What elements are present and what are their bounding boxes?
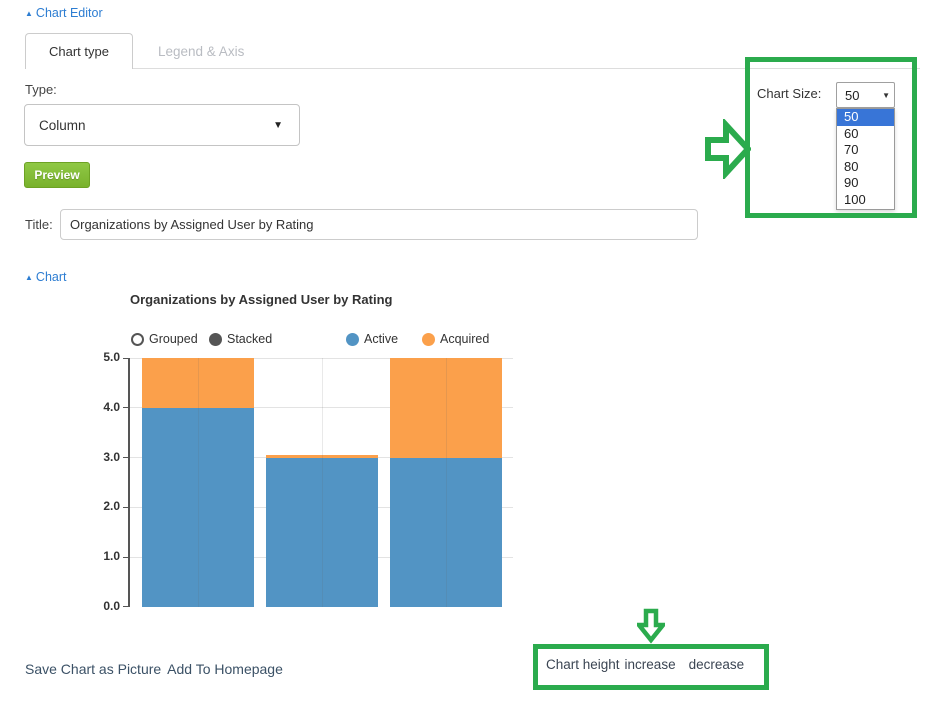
y-axis-tick <box>123 606 128 607</box>
chart-toggle[interactable]: ▲Chart <box>25 270 67 284</box>
chart-size-option[interactable]: 60 <box>837 126 894 143</box>
chart-size-option[interactable]: 70 <box>837 142 894 159</box>
y-axis-tick <box>123 358 128 359</box>
preview-button-label: Preview <box>34 168 79 182</box>
legend-series-acquired[interactable]: Acquired <box>422 332 489 346</box>
annotation-right-arrow-icon <box>704 119 751 179</box>
grouped-radio-icon <box>131 333 144 346</box>
vertical-gridline <box>322 358 323 607</box>
legend-mode-grouped[interactable]: Grouped <box>131 332 198 346</box>
add-to-homepage-link[interactable]: Add To Homepage <box>167 661 283 677</box>
chart-toggle-label: Chart <box>36 270 67 284</box>
chart-height-decrease-link[interactable]: decrease <box>689 657 745 672</box>
type-label: Type: <box>25 82 57 97</box>
stacked-radio-icon <box>209 333 222 346</box>
y-axis-tick-label: 2.0 <box>84 499 120 513</box>
chart-size-select[interactable]: 50 ▼ <box>836 82 895 108</box>
y-axis-tick <box>123 507 128 508</box>
chart-plot-area: 0.01.02.03.04.05.0 <box>128 358 513 607</box>
legend-mode-stacked[interactable]: Stacked <box>209 332 272 346</box>
chart-height-controls: Chart height increase decrease <box>546 657 744 672</box>
tab-divider <box>25 68 920 69</box>
chart-editor-toggle-label: Chart Editor <box>36 6 103 20</box>
vertical-gridline <box>446 358 447 607</box>
chart-size-option-list: 5060708090100 <box>836 108 895 210</box>
chart-editor-page: ▲Chart Editor Chart type Legend & Axis T… <box>0 0 929 723</box>
collapse-arrow-icon: ▲ <box>25 273 33 282</box>
chart-size-select-value: 50 <box>845 88 859 103</box>
y-axis-tick-label: 4.0 <box>84 400 120 414</box>
title-label: Title: <box>25 217 53 232</box>
chart-type-select-value: Column <box>39 118 86 133</box>
tab-chart-type-label: Chart type <box>49 44 109 59</box>
chart-size-label: Chart Size: <box>757 86 821 101</box>
y-axis-tick-label: 3.0 <box>84 450 120 464</box>
chart-size-option[interactable]: 80 <box>837 159 894 176</box>
chevron-down-icon: ▼ <box>273 120 283 131</box>
chart-title-input[interactable] <box>60 209 698 240</box>
tab-chart-type[interactable]: Chart type <box>25 33 133 69</box>
vertical-gridline <box>198 358 199 607</box>
y-axis-tick-label: 0.0 <box>84 599 120 613</box>
chart-type-select[interactable]: Column ▼ <box>24 104 300 146</box>
legend-series-active[interactable]: Active <box>346 332 398 346</box>
chevron-down-icon: ▼ <box>882 91 890 100</box>
y-axis-tick <box>123 557 128 558</box>
chart-editor-toggle[interactable]: ▲Chart Editor <box>25 6 103 20</box>
legend-mode-stacked-label: Stacked <box>227 332 272 346</box>
chart-size-option[interactable]: 100 <box>837 192 894 209</box>
legend-series-acquired-label: Acquired <box>440 332 489 346</box>
y-axis-tick-label: 5.0 <box>84 350 120 364</box>
y-axis-tick <box>123 457 128 458</box>
legend-mode-grouped-label: Grouped <box>149 332 198 346</box>
active-series-swatch-icon <box>346 333 359 346</box>
save-chart-as-picture-link[interactable]: Save Chart as Picture <box>25 661 161 677</box>
footer-links: Save Chart as Picture Add To Homepage <box>25 661 283 677</box>
chart-heading: Organizations by Assigned User by Rating <box>130 292 392 307</box>
y-axis-tick <box>123 407 128 408</box>
chart-size-option[interactable]: 90 <box>837 175 894 192</box>
tab-legend-axis[interactable]: Legend & Axis <box>158 44 244 59</box>
y-axis-tick-label: 1.0 <box>84 549 120 563</box>
chart-height-increase-link[interactable]: increase <box>625 657 676 672</box>
tab-legend-axis-label: Legend & Axis <box>158 44 244 59</box>
legend-series-active-label: Active <box>364 332 398 346</box>
chart-size-option-selected[interactable]: 50 <box>837 109 894 126</box>
collapse-arrow-icon: ▲ <box>25 9 33 18</box>
acquired-series-swatch-icon <box>422 333 435 346</box>
y-axis-line <box>128 358 130 607</box>
preview-button[interactable]: Preview <box>24 162 90 188</box>
chart-height-label: Chart height <box>546 657 620 672</box>
annotation-down-arrow-icon <box>637 608 665 644</box>
